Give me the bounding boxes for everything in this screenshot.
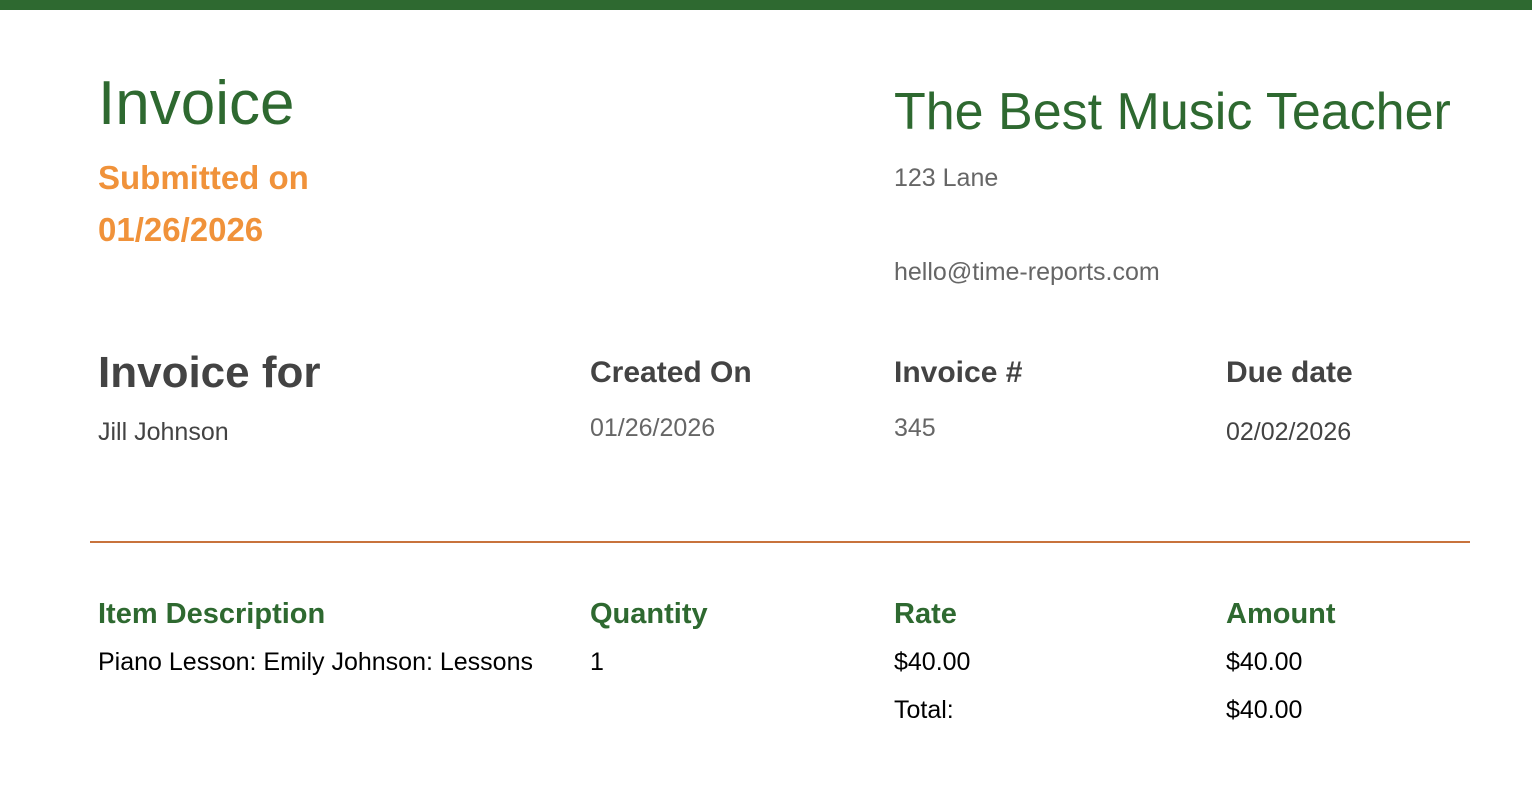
- row-rate: $40.00: [894, 648, 971, 676]
- submitted-date: Submitted on 01/26/2026: [98, 159, 309, 248]
- section-divider: [90, 541, 1470, 543]
- invoice-title: Invoice: [98, 69, 295, 138]
- column-header-rate: Rate: [894, 598, 957, 630]
- created-on-value: 01/26/2026: [590, 414, 716, 442]
- company-email[interactable]: hello@time-reports.com: [894, 258, 1160, 287]
- invoice-number-label: Invoice #: [894, 356, 1023, 389]
- client-name: Jill Johnson: [98, 418, 229, 446]
- company-name: The Best Music Teacher: [894, 83, 1451, 141]
- row-quantity: 1: [590, 648, 604, 676]
- invoice-number-value: 345: [894, 414, 936, 442]
- due-date-label: Due date: [1226, 356, 1353, 389]
- column-header-amount: Amount: [1226, 598, 1336, 630]
- due-date-value: 02/02/2026: [1226, 418, 1352, 446]
- row-amount: $40.00: [1226, 648, 1303, 676]
- row-item-description: Piano Lesson: Emily Johnson: Lessons: [98, 648, 533, 676]
- invoice-for-label: Invoice for: [98, 348, 321, 397]
- column-header-quantity: Quantity: [590, 598, 708, 630]
- total-value: $40.00: [1226, 696, 1303, 724]
- column-header-item-description: Item Description: [98, 598, 326, 630]
- total-label: Total:: [894, 696, 954, 724]
- top-accent-bar: [0, 0, 1532, 10]
- created-on-label: Created On: [590, 356, 752, 389]
- company-address: 123 Lane: [894, 164, 999, 192]
